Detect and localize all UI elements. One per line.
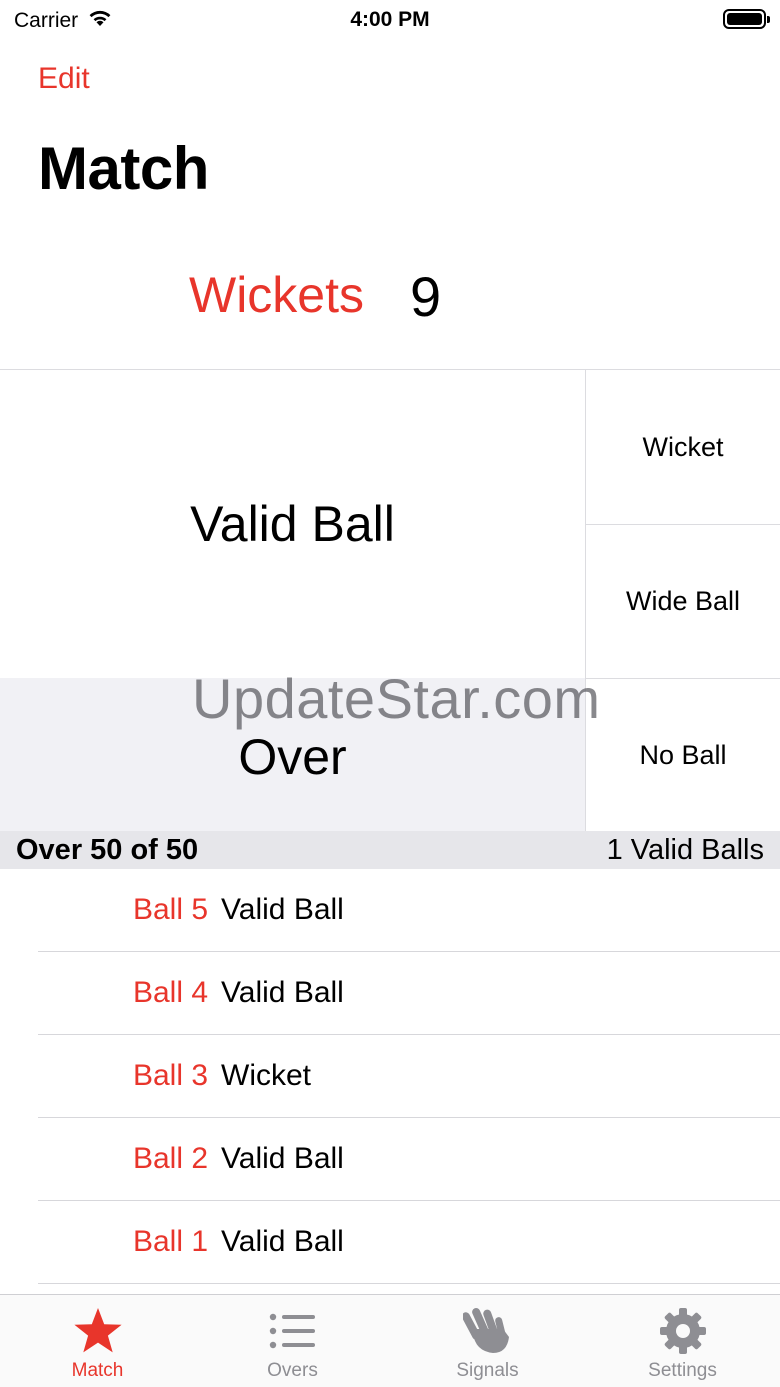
over-progress: Over 50 of 50	[16, 833, 199, 866]
list-item[interactable]: Ball 5 Valid Ball	[0, 869, 780, 952]
ball-button-grid: Valid Ball Over Wicket Wide Ball No Ball	[0, 369, 780, 832]
tab-match-label: Match	[71, 1360, 124, 1381]
tab-match[interactable]: Match	[0, 1295, 195, 1387]
edit-button[interactable]: Edit	[38, 62, 90, 96]
wickets-count: 9	[410, 265, 442, 328]
valid-ball-button[interactable]: Valid Ball	[0, 370, 585, 678]
tab-signals[interactable]: Signals	[390, 1295, 585, 1387]
wide-ball-button-label: Wide Ball	[625, 586, 741, 616]
wicket-button-label: Wicket	[642, 431, 724, 462]
tab-overs[interactable]: Overs	[195, 1295, 390, 1387]
tab-signals-label: Signals	[456, 1360, 519, 1381]
valid-ball-button-label: Valid Ball	[190, 496, 395, 552]
list-item[interactable]: Ball 4 Valid Ball	[0, 952, 780, 1035]
star-icon	[73, 1306, 123, 1356]
ball-result: Valid Ball	[221, 976, 344, 1009]
ball-result: Valid Ball	[221, 1225, 344, 1258]
ball-result: Wicket	[221, 1059, 311, 1092]
list-item[interactable]: Ball 2 Valid Ball	[0, 1118, 780, 1201]
ball-list: Ball 5 Valid Ball Ball 4 Valid Ball Ball…	[0, 869, 780, 1284]
battery-icon	[723, 9, 770, 29]
ball-label: Ball 5	[132, 893, 208, 926]
ball-label: Ball 1	[132, 1225, 208, 1258]
wickets-label: Wickets	[189, 267, 364, 323]
tab-overs-label: Overs	[267, 1360, 318, 1381]
ball-result: Valid Ball	[221, 1142, 344, 1175]
tab-bar: Match Overs Signals Settings	[0, 1294, 780, 1387]
wicket-button[interactable]: Wicket	[585, 370, 780, 524]
over-section-header: Over 50 of 50 1 Valid Balls	[0, 831, 780, 869]
no-ball-button[interactable]: No Ball	[585, 678, 780, 832]
over-button-label: Over	[238, 729, 347, 785]
ball-label: Ball 4	[132, 976, 208, 1009]
gear-icon	[659, 1306, 707, 1356]
ball-label: Ball 2	[132, 1142, 208, 1175]
ball-label: Ball 3	[132, 1059, 208, 1092]
valid-balls-count: 1 Valid Balls	[606, 833, 764, 866]
page-title: Match	[38, 135, 209, 202]
wide-ball-button[interactable]: Wide Ball	[585, 524, 780, 678]
hand-wave-icon	[462, 1306, 513, 1356]
tab-settings-label: Settings	[648, 1360, 717, 1381]
no-ball-button-label: No Ball	[639, 740, 727, 770]
tab-settings[interactable]: Settings	[585, 1295, 780, 1387]
list-item[interactable]: Ball 1 Valid Ball	[0, 1201, 780, 1284]
over-button[interactable]: Over	[0, 678, 585, 832]
ball-result: Valid Ball	[221, 893, 344, 926]
list-item[interactable]: Ball 3 Wicket	[0, 1035, 780, 1118]
status-bar: Carrier 4:00 PM	[0, 0, 780, 40]
status-time: 4:00 PM	[350, 8, 430, 31]
list-icon	[269, 1306, 317, 1356]
